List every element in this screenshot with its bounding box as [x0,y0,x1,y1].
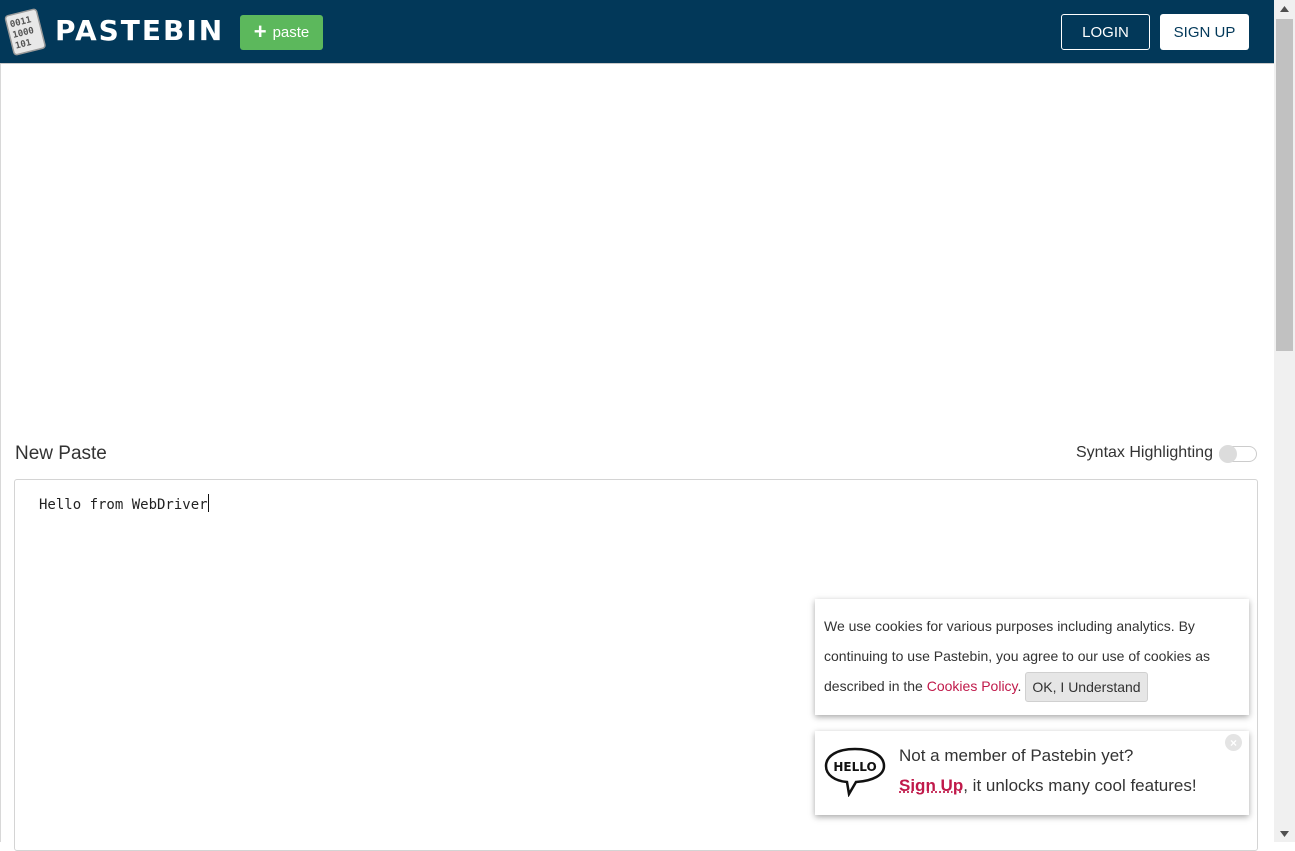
svg-text:HELLO: HELLO [833,760,876,774]
login-button[interactable]: LOGIN [1061,14,1150,50]
syntax-highlighting-toggle[interactable] [1219,445,1257,463]
new-paste-label: paste [272,24,310,41]
text-caret [207,494,209,512]
signup-button[interactable]: SIGN UP [1160,14,1249,50]
member-notice-line2: Sign Up, it unlocks many cool features! [899,776,1197,796]
page-title: New Paste [15,443,107,464]
cookie-notice-text: We use cookies for various purposes incl… [824,611,1242,703]
cookie-text-after: . [1017,678,1022,694]
logo-text[interactable]: PASTEBIN [55,14,224,47]
plus-icon: + [253,18,267,44]
cookie-notice: We use cookies for various purposes incl… [815,599,1249,715]
member-signup-link[interactable]: Sign Up [899,776,963,795]
member-notice-rest: , it unlocks many cool features! [963,776,1197,795]
syntax-highlighting-label: Syntax Highlighting [1076,444,1213,461]
scroll-up-arrow-icon[interactable] [1274,0,1295,17]
paste-content: Hello from WebDriver [39,494,209,513]
vertical-scrollbar[interactable] [1274,0,1295,842]
cookie-accept-button[interactable]: OK, I Understand [1025,672,1148,703]
toggle-knob [1219,445,1237,463]
member-notice: HELLO Not a member of Pastebin yet? Sign… [815,731,1249,815]
close-icon[interactable]: × [1225,734,1242,751]
hello-speech-bubble-icon: HELLO [824,747,886,797]
scrollbar-thumb[interactable] [1276,19,1293,351]
pastebin-logo-icon[interactable]: 0011 1000 101 [3,6,47,56]
paste-text: Hello from WebDriver [39,497,208,513]
top-navbar: 0011 1000 101 PASTEBIN + paste LOGIN SIG… [0,0,1274,64]
new-paste-button[interactable]: + paste [240,15,323,50]
content-border [0,64,1,842]
member-notice-title: Not a member of Pastebin yet? [899,746,1134,765]
cookies-policy-link[interactable]: Cookies Policy [927,678,1018,694]
scroll-down-arrow-icon[interactable] [1274,825,1295,842]
